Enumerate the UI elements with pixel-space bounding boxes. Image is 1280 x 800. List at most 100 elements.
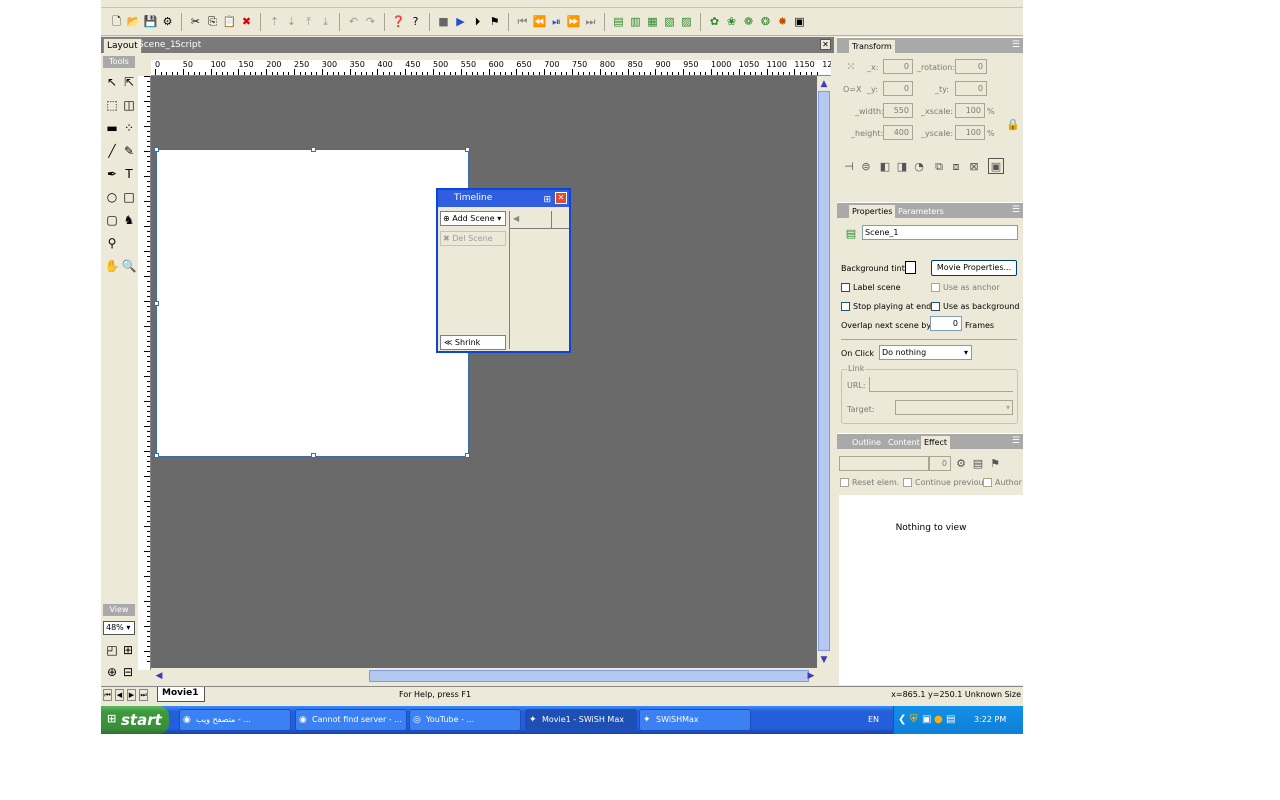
taskbar-item[interactable]: ✦ SWiSHMax bbox=[639, 709, 751, 731]
open-file-icon[interactable]: 📂 bbox=[126, 13, 141, 31]
last-tab-icon[interactable]: ⏭ bbox=[139, 689, 148, 701]
menu-bar[interactable] bbox=[101, 0, 1023, 8]
effect-custom-icon[interactable]: ▣ bbox=[792, 13, 807, 31]
stop-playing-checkbox[interactable] bbox=[841, 302, 850, 311]
tab-parameters[interactable]: Parameters bbox=[895, 205, 947, 219]
resize-handle[interactable] bbox=[465, 147, 470, 152]
select-tool-icon[interactable]: ↖ bbox=[104, 74, 120, 90]
help-icon[interactable]: ❓ bbox=[391, 13, 406, 31]
rounded-rect-tool-icon[interactable]: ▢ bbox=[104, 212, 120, 228]
add-scene-button[interactable]: ⊕ Add Scene ▾ bbox=[440, 211, 506, 226]
timeline-panel[interactable]: Timeline ⊞ ✕ ⊕ Add Scene ▾ ✖ Del Scene ◀… bbox=[436, 188, 571, 353]
background-color-swatch[interactable] bbox=[905, 261, 916, 274]
align-left-icon[interactable]: ⊣ bbox=[841, 159, 857, 175]
lock-icon[interactable]: 🔒 bbox=[1005, 117, 1021, 133]
resize-handle[interactable] bbox=[154, 147, 159, 152]
scroll-right-icon[interactable]: ▶ bbox=[805, 670, 817, 682]
resize-handle[interactable] bbox=[311, 453, 316, 458]
first-tab-icon[interactable]: ⏮ bbox=[103, 689, 112, 701]
label-scene-checkbox[interactable] bbox=[841, 283, 850, 292]
network-icon[interactable]: ▣ bbox=[922, 714, 931, 725]
onclick-select[interactable]: Do nothing ▾ bbox=[879, 345, 972, 360]
insert-text-icon[interactable]: ▥ bbox=[628, 13, 643, 31]
pen-tool-icon[interactable]: ✒ bbox=[104, 166, 120, 182]
tab-content[interactable]: Content bbox=[885, 436, 923, 450]
vertical-scroll-thumb[interactable] bbox=[818, 91, 830, 651]
overlap-field[interactable]: 0 bbox=[930, 316, 962, 331]
step-icon[interactable]: ⏯ bbox=[549, 13, 564, 31]
motion-path-icon[interactable]: ⁘ bbox=[121, 120, 137, 136]
tab-effect[interactable]: Effect bbox=[921, 436, 951, 450]
insert-scene-icon[interactable]: ▤ bbox=[611, 13, 626, 31]
fill-tool-icon[interactable]: ▬ bbox=[104, 120, 120, 136]
prev-tab-icon[interactable]: ◀ bbox=[115, 689, 124, 701]
effect-fade-icon[interactable]: ✿ bbox=[707, 13, 722, 31]
scroll-up-icon[interactable]: ▲ bbox=[818, 78, 830, 90]
tab-properties[interactable]: Properties bbox=[849, 205, 896, 219]
zoom-tool-icon[interactable]: 🔍 bbox=[121, 258, 137, 274]
paste-icon[interactable]: 📋 bbox=[222, 13, 237, 31]
zoom-select[interactable]: 48% ▾ bbox=[103, 621, 135, 635]
zoom-out-icon[interactable]: ⊟ bbox=[120, 664, 136, 680]
delete-scene-button[interactable]: ✖ Del Scene bbox=[440, 231, 506, 246]
language-indicator[interactable]: EN bbox=[868, 715, 879, 724]
use-as-anchor-checkbox[interactable] bbox=[931, 283, 940, 292]
scroll-down-icon[interactable]: ▼ bbox=[818, 654, 830, 666]
monitor-icon[interactable]: ▤ bbox=[946, 714, 955, 725]
apply-transform-icon[interactable]: ▣ bbox=[988, 158, 1004, 174]
shrink-button[interactable]: ≪ Shrink bbox=[440, 335, 506, 350]
align-center-icon[interactable]: ⊜ bbox=[858, 159, 874, 175]
flip-vertical-icon[interactable]: ◨ bbox=[894, 159, 910, 175]
horizontal-scrollbar[interactable]: ◀ ▶ bbox=[151, 668, 817, 684]
resize-handle[interactable] bbox=[465, 453, 470, 458]
effect-explode-icon[interactable]: ✸ bbox=[775, 13, 790, 31]
first-frame-icon[interactable]: ⏮ bbox=[515, 13, 530, 31]
timeline-frames[interactable]: ◀ bbox=[509, 211, 569, 349]
fast-forward-icon[interactable]: ⏩ bbox=[566, 13, 581, 31]
target-select[interactable]: ▾ bbox=[895, 400, 1013, 415]
skew-field[interactable]: 0 bbox=[955, 81, 987, 96]
effect-frames-field[interactable]: 0 bbox=[929, 456, 951, 471]
panel-menu-icon[interactable]: ☰ bbox=[1012, 205, 1020, 215]
reset-transform-icon[interactable]: ⊠ bbox=[966, 159, 982, 175]
movie-stage[interactable] bbox=[154, 147, 470, 458]
pencil-tool-icon[interactable]: ✎ bbox=[121, 143, 137, 159]
text-tool-icon[interactable]: T bbox=[121, 166, 137, 182]
tray-expand-icon[interactable]: ❮ bbox=[898, 714, 906, 725]
scroll-left-icon[interactable]: ◀ bbox=[153, 670, 165, 682]
flip-horizontal-icon[interactable]: ◧ bbox=[877, 159, 893, 175]
insert-image-icon[interactable]: ▨ bbox=[679, 13, 694, 31]
insert-button-icon[interactable]: ▦ bbox=[645, 13, 660, 31]
move-down-icon[interactable]: ⇣ bbox=[284, 13, 299, 31]
effect-name-field[interactable] bbox=[839, 456, 929, 471]
width-field[interactable]: 550 bbox=[883, 103, 913, 118]
x-field[interactable]: 0 bbox=[883, 59, 913, 74]
ellipse-tool-icon[interactable]: ○ bbox=[104, 189, 120, 205]
author-checkbox[interactable] bbox=[983, 478, 992, 487]
url-field[interactable] bbox=[869, 377, 1013, 392]
effect-zoom-icon[interactable]: ❁ bbox=[741, 13, 756, 31]
taskbar-item[interactable]: ◉ Cannot find server - ... bbox=[295, 709, 407, 731]
security-shield-icon[interactable]: ⛨ bbox=[910, 714, 918, 725]
copy-transform-icon[interactable]: ⧉ bbox=[931, 159, 947, 175]
cut-icon[interactable]: ✂ bbox=[188, 13, 203, 31]
continue-previous-checkbox[interactable] bbox=[903, 478, 912, 487]
delete-icon[interactable]: ✖ bbox=[239, 13, 254, 31]
zoom-in-icon[interactable]: ⊕ bbox=[104, 664, 120, 680]
context-help-icon[interactable]: ? bbox=[408, 13, 423, 31]
pin-icon[interactable]: ⊞ bbox=[543, 192, 551, 209]
rotate-icon[interactable]: ◔ bbox=[911, 159, 927, 175]
redo-icon[interactable]: ↷ bbox=[363, 13, 378, 31]
resize-handle[interactable] bbox=[154, 301, 159, 306]
play-effect-icon[interactable]: ⚑ bbox=[487, 13, 502, 31]
line-tool-icon[interactable]: ╱ bbox=[104, 143, 120, 159]
marquee-tool-icon[interactable]: ⬚ bbox=[104, 97, 120, 113]
xscale-field[interactable]: 100 bbox=[955, 103, 985, 118]
close-icon[interactable]: ✕ bbox=[555, 192, 567, 204]
move-up-icon[interactable]: ⇡ bbox=[267, 13, 282, 31]
effect-move-icon[interactable]: ❀ bbox=[724, 13, 739, 31]
fit-view-icon[interactable]: ◰ bbox=[104, 642, 120, 658]
taskbar-item[interactable]: ◉ متصفح ويب - ... bbox=[179, 709, 291, 731]
taskbar-item[interactable]: ✦ Movie1 - SWiSH Max bbox=[525, 709, 637, 731]
yscale-field[interactable]: 100 bbox=[955, 125, 985, 140]
